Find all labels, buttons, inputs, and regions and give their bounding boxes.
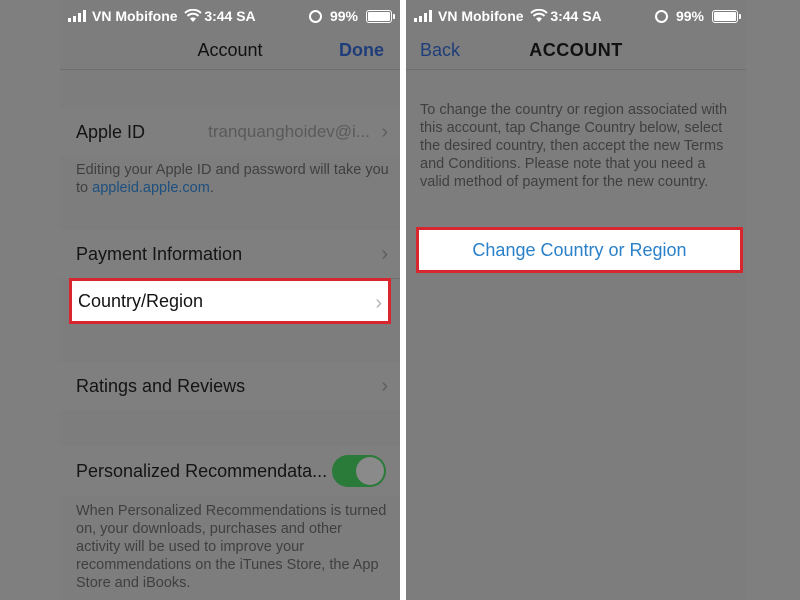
status-bar: VN Mobifone 3:44 SA 99%	[60, 0, 400, 32]
change-country-description: To change the country or region associat…	[420, 102, 728, 190]
status-bar: VN Mobifone 3:44 SA 99%	[406, 0, 746, 32]
chevron-right-icon: ›	[381, 374, 388, 397]
wifi-icon	[529, 9, 548, 22]
account-country-screen: VN Mobifone 3:44 SA 99% Back ACCOUNT To …	[406, 0, 746, 600]
carrier: VN Mobifone	[68, 8, 202, 24]
chevron-right-icon: ›	[375, 292, 382, 314]
personalized-recommendations-note: When Personalized Recommendations is tur…	[76, 503, 387, 591]
page-title: Account	[197, 40, 263, 60]
rotation-lock-icon	[654, 9, 668, 23]
appleid-link[interactable]: appleid.apple.com	[92, 180, 210, 196]
change-country-label: Change Country or Region	[472, 239, 687, 260]
carrier-name: VN Mobifone	[438, 8, 524, 24]
page-title: ACCOUNT	[529, 40, 623, 60]
wifi-icon	[183, 9, 202, 22]
ratings-and-reviews-row[interactable]: Ratings and Reviews ›	[60, 362, 400, 410]
battery-icon	[366, 9, 395, 23]
battery-icon	[712, 9, 741, 23]
signal-icon	[68, 10, 86, 22]
personalized-recommendations-label: Personalized Recommendata...	[76, 460, 328, 481]
battery-percent: 99%	[329, 8, 358, 24]
done-button[interactable]: Done	[339, 40, 384, 61]
change-country-button[interactable]: Change Country or Region	[416, 227, 743, 273]
ratings-and-reviews-label: Ratings and Reviews	[76, 375, 246, 396]
carrier: VN Mobifone	[414, 8, 548, 24]
payment-information-row[interactable]: Payment Information ›	[60, 230, 400, 278]
battery-percent: 99%	[675, 8, 704, 24]
country-region-label: Country/Region	[78, 290, 204, 311]
personalized-recommendations-toggle[interactable]	[332, 455, 386, 487]
payment-information-label: Payment Information	[76, 243, 243, 264]
country-region-row[interactable]: Country/Region ›	[69, 278, 391, 324]
navigation-bar: Account Done	[60, 32, 400, 70]
carrier-name: VN Mobifone	[92, 8, 178, 24]
apple-id-value: tranquanghoidev@i...	[208, 122, 370, 141]
screenshot-frame: VN Mobifone 3:44 SA 99% Account Done App…	[0, 0, 800, 600]
signal-icon	[414, 10, 432, 22]
apple-id-label: Apple ID	[76, 121, 146, 142]
apple-id-note-suffix: .	[209, 180, 214, 196]
personalized-recommendations-row: Personalized Recommendata...	[60, 446, 400, 496]
navigation-bar: Back ACCOUNT	[406, 32, 746, 70]
apple-id-row[interactable]: Apple ID tranquanghoidev@i... ›	[60, 108, 400, 156]
apple-id-note: Editing your Apple ID and password will …	[76, 161, 390, 197]
rotation-lock-icon	[308, 9, 322, 23]
chevron-right-icon: ›	[381, 120, 388, 143]
chevron-right-icon: ›	[381, 242, 388, 265]
back-button[interactable]: Back	[420, 40, 460, 61]
